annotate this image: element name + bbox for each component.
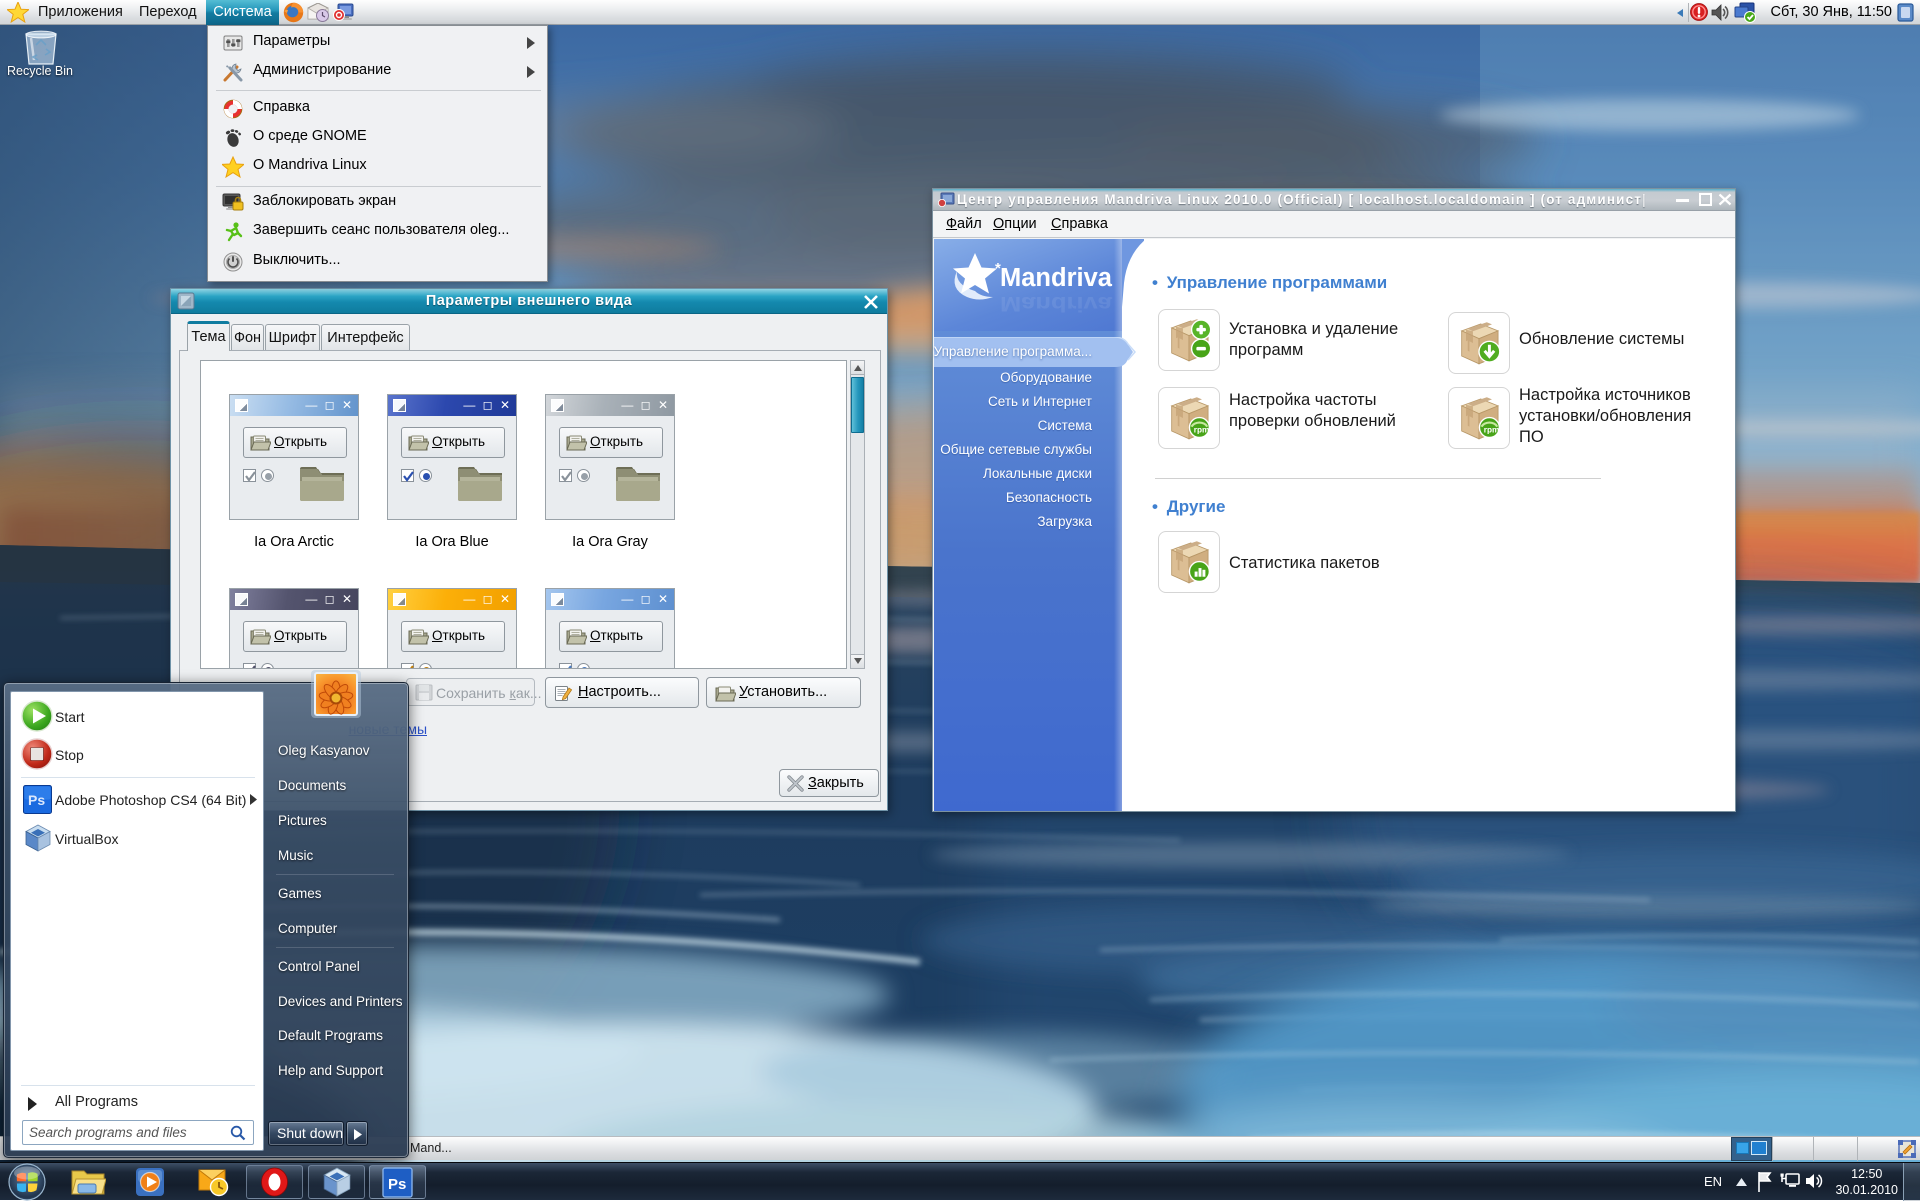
svg-text:rpm: rpm [1484, 426, 1500, 435]
svg-text:Mandriva: Mandriva [1000, 291, 1113, 315]
svg-text:rpm: rpm [1194, 426, 1210, 435]
svg-text:Ps: Ps [28, 792, 45, 808]
svg-text:Mandriva: Mandriva [1000, 264, 1113, 292]
svg-text:Ps: Ps [388, 1176, 406, 1193]
